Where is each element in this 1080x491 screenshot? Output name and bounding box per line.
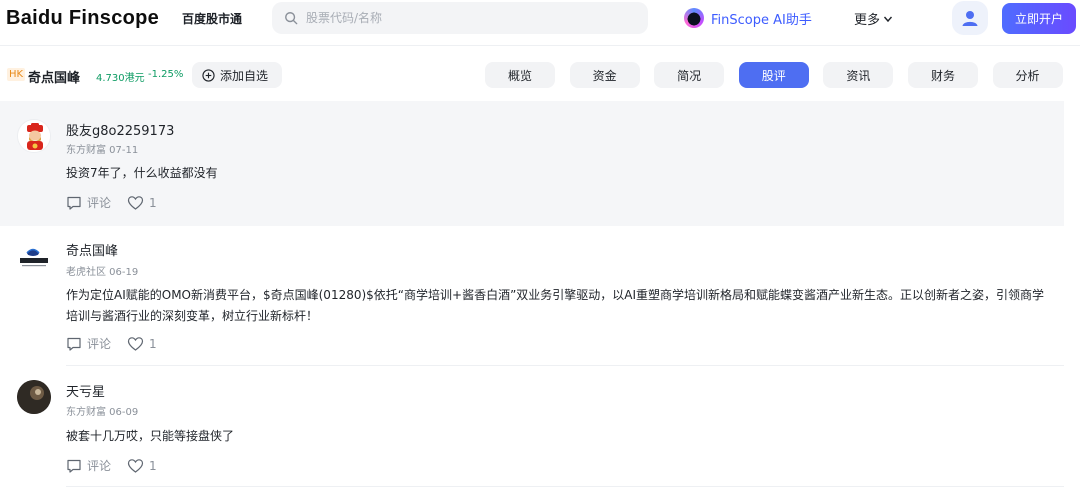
stock-bar: HK 奇点国峰 4.730港元 -1.25% 添加自选 概览 资金 简况 股评 …: [0, 58, 1080, 92]
like-count: 1: [149, 195, 157, 210]
post-item: 奇点国峰 老虎社区 06-19 作为定位AI赋能的OMO新消费平台，$奇点国峰(…: [0, 226, 1064, 366]
search-box[interactable]: [272, 2, 648, 34]
add-watchlist-label: 添加自选: [220, 68, 269, 83]
ai-assistant-icon: [684, 8, 704, 28]
comment-button[interactable]: 评论: [66, 194, 111, 211]
tab-financials[interactable]: 财务: [907, 62, 978, 88]
tab-comments[interactable]: 股评: [738, 62, 809, 88]
post-content: 投资7年了，什么收益都没有: [66, 166, 218, 180]
comment-icon: [67, 196, 81, 210]
tab-profile[interactable]: 简况: [654, 62, 725, 88]
comment-icon: [67, 459, 81, 473]
avatar[interactable]: [17, 242, 51, 276]
open-account-button[interactable]: 立即开户: [1002, 3, 1076, 34]
post-username[interactable]: 股友g8o2259173: [66, 120, 174, 139]
comment-label: 评论: [87, 459, 112, 473]
divider: [66, 486, 1064, 487]
tab-news[interactable]: 资讯: [823, 62, 894, 88]
heart-icon: [127, 458, 144, 473]
search-icon: [285, 12, 298, 25]
post-actions: 评论 1: [66, 457, 157, 474]
comment-label: 评论: [87, 196, 112, 210]
user-photo-icon: [17, 380, 51, 414]
like-button[interactable]: 1: [127, 458, 157, 474]
avatar[interactable]: [17, 119, 51, 153]
heart-icon: [127, 195, 144, 210]
stock-change: -1.25%: [148, 69, 184, 80]
post-content: 被套十几万哎，只能等接盘侠了: [66, 429, 235, 443]
more-label: 更多: [854, 13, 881, 28]
more-menu[interactable]: 更多: [854, 9, 893, 28]
post-source-date: 老虎社区 06-19: [66, 267, 139, 278]
avatar[interactable]: [17, 380, 51, 414]
user-account-button[interactable]: [952, 1, 988, 35]
product-subtitle: 百度股市通: [182, 12, 243, 26]
company-logo-icon: [20, 248, 48, 267]
post-content: 作为定位AI赋能的OMO新消费平台，$奇点国峰(01280)$依托“商学培训+酱…: [66, 288, 1045, 323]
ai-assistant-label: FinScope AI助手: [711, 12, 812, 28]
tab-overview[interactable]: 概览: [485, 62, 555, 88]
logo[interactable]: Baidu Finscope: [6, 5, 159, 31]
comment-button[interactable]: 评论: [66, 457, 111, 474]
logo-text: Baidu Finscope: [6, 6, 160, 29]
post-item: 股友g8o2259173 东方财富 07-11 投资7年了，什么收益都没有 评论…: [0, 101, 1064, 226]
add-watchlist-button[interactable]: 添加自选: [192, 62, 282, 88]
stock-name: 奇点国峰: [28, 71, 81, 86]
like-button[interactable]: 1: [127, 336, 157, 352]
comment-label: 评论: [87, 337, 112, 351]
comment-icon: [67, 337, 81, 351]
chevron-down-icon: [883, 16, 893, 22]
tab-analysis[interactable]: 分析: [992, 62, 1063, 88]
post-actions: 评论 1: [66, 194, 157, 211]
post-username[interactable]: 奇点国峰: [66, 240, 118, 259]
stock-tabs: 概览 资金 简况 股评 资讯 财务 分析: [485, 62, 1077, 88]
user-icon: [962, 11, 978, 26]
top-navigation: Baidu Finscope 百度股市通 FinScope AI助手 更多 立即…: [0, 0, 1080, 46]
comment-button[interactable]: 评论: [66, 335, 111, 352]
like-count: 1: [149, 336, 157, 351]
post-source-date: 东方财富 06-09: [66, 407, 139, 418]
like-count: 1: [149, 458, 157, 473]
heart-icon: [127, 336, 144, 351]
post-source-date: 东方财富 07-11: [66, 145, 139, 156]
post-actions: 评论 1: [66, 335, 157, 352]
market-badge: HK: [7, 68, 26, 81]
stock-price: 4.730港元: [96, 73, 145, 84]
plus-circle-icon: [202, 68, 215, 82]
post-item: 天亏星 东方财富 06-09 被套十几万哎，只能等接盘侠了 评论 1: [0, 366, 1064, 491]
cartoon-god-of-wealth-icon: [18, 120, 50, 152]
search-input[interactable]: [306, 11, 626, 25]
post-username[interactable]: 天亏星: [66, 381, 105, 400]
like-button[interactable]: 1: [127, 195, 157, 211]
tab-funds[interactable]: 资金: [569, 62, 640, 88]
ai-assistant-link[interactable]: FinScope AI助手: [684, 7, 812, 29]
